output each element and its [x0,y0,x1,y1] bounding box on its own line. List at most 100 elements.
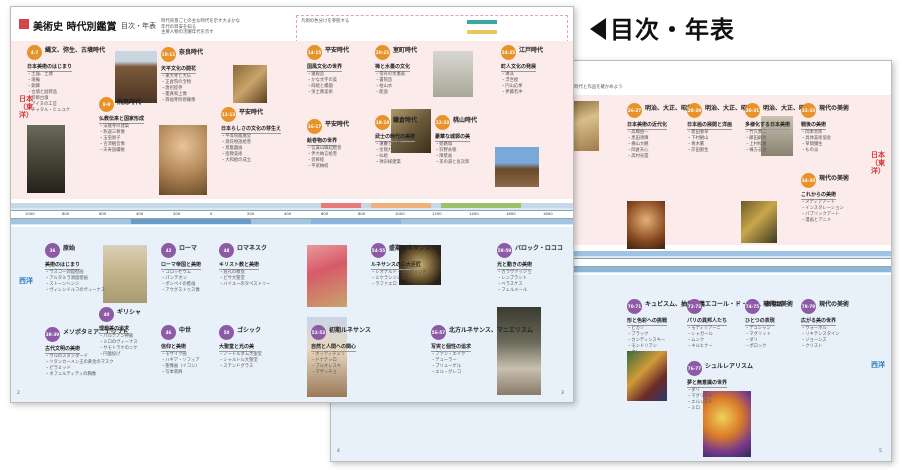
period-topic: これからの美術 [801,192,837,200]
artwork-list-item: ミロ [687,406,713,412]
artwork-list-item: クレー [627,350,665,356]
period-topic: 戦後の美術 [801,122,827,130]
front-side-label-west: 西洋 [19,277,33,285]
period-name: 桃山時代 [453,117,478,124]
page-badge: 52-53 [311,325,326,340]
artwork-list: ダリマグリットエルンストミロ [687,388,713,412]
page-badge: 28-29 [687,103,702,118]
artwork-list: ラスコー洞窟壁画アルタミラ洞窟壁画ストーンヘンジヴィレンドルフのヴィーナス [45,270,105,294]
page-badge: 36 [45,243,60,258]
artwork-list-item: 円盤投げ [99,352,138,358]
page-badge: 76-77 [687,361,702,376]
artwork-statue-image [233,65,267,103]
period-topic: 信仰と美術 [161,344,187,352]
front-spread-page: 美術史 時代別鑑賞 目次・年表 時代背景ごとの主な時代を示す大まかな 年代の目安… [10,6,574,403]
page-badge: 18-19 [375,115,390,130]
artwork-temple-image [495,147,539,187]
timeline-year-label: 600 [321,211,329,216]
period-topic: 絵巻物の世界 [307,138,338,146]
title-marker-icon [19,19,29,29]
page-badge: 20-21 [375,45,390,60]
period-topic: 禅と水墨の文化 [375,64,411,72]
page-badge: 74-75 [745,299,760,314]
artwork-list: 東大寺と大仏正倉院の宝物唐招提寺鑑真和上像興福寺阿修羅像 [161,74,195,104]
artwork-list: ノートルダム大聖堂シャルトル大聖堂ステンドグラス [219,352,262,370]
page-badge: 30-31 [745,103,760,118]
period-topic: 町人文化の発展 [501,64,537,72]
artwork-list: ピカソブラックカンディンスキーモンドリアンクレー [627,326,665,356]
artwork-list-item: クリスト [801,344,840,350]
timeline-year-label: 800 [62,211,70,216]
artwork-abstract-image [627,351,667,401]
timeline-year-label: 1000 [395,211,405,216]
artwork-list-item: 高村光雲 [627,154,648,160]
page-badge: 72-73 [687,299,702,314]
artwork-list: 高橋由一黒田清輝横山大観岡倉天心高村光雲 [627,130,648,160]
period-name: 現代の美術 [819,105,850,112]
period-topic: 自然と人間への関心 [311,344,357,352]
period-topic: 日本画の展開と洋画 [687,122,733,130]
left-arrow-icon [590,18,606,40]
section-heading: 目次・年表 [590,10,735,45]
period-name: バロック・ロココ [515,245,563,252]
period-topic: 仏教伝来と国家形成 [99,116,145,124]
page-badge: 50 [219,325,234,340]
period-topic: 日本らしさの文化の芽生え [221,126,282,134]
artwork-list: デュシャンマグリットダリポロック [745,326,771,350]
period-topic: 豪華な城郭の美 [435,134,471,142]
timeline-year-axis: 1000 800 600 400 200 0 200 400 600 800 1000 1200 140… [11,210,573,219]
page-subtitle: 目次・年表 [121,22,156,30]
page-badge: 48 [219,243,234,258]
page-badge: 24-25 [501,45,516,60]
artwork-list-item: ステンドグラス [219,364,262,370]
page-badge: 42 [161,243,176,258]
artwork-figure-image [741,201,777,243]
artwork-list-item: 写本装飾 [161,370,200,376]
period-topic: ルネサンスの三大巨匠 [371,262,421,270]
page-badge: 46 [161,325,176,340]
artwork-list-item: フェルメール [497,288,531,294]
period-topic: 古代文明の美術 [45,346,81,354]
artwork-buddha-image [159,125,207,195]
artwork-list-item: マザッチョ [311,370,345,376]
front-japan-band [11,41,573,199]
artwork-castle-image [433,51,473,97]
artwork-list: モザイク画ハギア・ソフィア聖像画（イコン）写本装飾 [161,352,200,376]
artwork-list-item: キルヒナー [687,344,721,350]
period-name: 盛期ルネサンス [389,245,431,252]
page-badge: 58-59 [497,243,512,258]
period-name: 初期ルネサンス [329,327,371,334]
back-side-label-japan: 日本（東洋） [871,151,885,175]
period-topic: 理想美の追求 [99,326,130,334]
artwork-list: 信貴山縁起絵巻伴大納言絵巻装飾経平家納経 [307,146,341,170]
period-topic: 国風文化の世界 [307,64,343,72]
artwork-list-item: 平家納経 [307,164,341,170]
period-name: ギリシャ [117,309,142,316]
timeline-year-label: 400 [136,211,144,216]
artwork-pagoda-image [115,51,157,103]
artwork-list: 菱田春草下村観山青木繁岸田劉生 [687,130,708,154]
artwork-list-item: 漫画とアニメ [801,218,844,224]
artwork-list: 岡本太郎具体美術協会草間彌生もの派 [801,130,831,154]
artwork-list: パルテノン神殿ミロのヴィーナスサモトラケのニケ円盤投げ [99,334,138,358]
period-topic: 形と色彩への挑戦 [627,318,668,326]
artwork-list-item: 浄土教美術 [307,90,337,96]
period-topic: 大聖堂と光の美 [219,344,255,352]
artwork-list: ファン・エイクデューラーブリューゲルエル・グレコ [431,352,465,376]
artwork-annunciation-image [307,245,347,307]
back-page-number-left: 4 [337,449,340,454]
period-name: 鎌倉時代 [393,117,418,124]
period-topic: パリの異邦人たち [687,318,728,326]
artwork-list-item: 能面 [375,90,405,96]
artwork-list: 巡礼の教会ピサ大聖堂バイユーのタペストリー [219,270,270,288]
period-topic: 日本美術のはじまり [27,64,73,72]
timeline-year-label: 200 [173,211,181,216]
legend-box: 凡例の色分けを参照する [296,15,568,43]
artwork-list: 土器、土偶埴輪銅鐸古墳と副葬品装飾古墳アイヌの工芸チャタル・ヒュユク [27,72,70,114]
page-badge: 78-79 [801,299,816,314]
timeline-year-label: 1000 [25,211,35,216]
period-name: ローマ [179,245,198,252]
artwork-list: メディアアートインスタレーションパブリックアート漫画とアニメ [801,200,844,224]
artwork-list-item: ポロック [745,344,771,350]
page-badge: 10-11 [161,47,176,62]
